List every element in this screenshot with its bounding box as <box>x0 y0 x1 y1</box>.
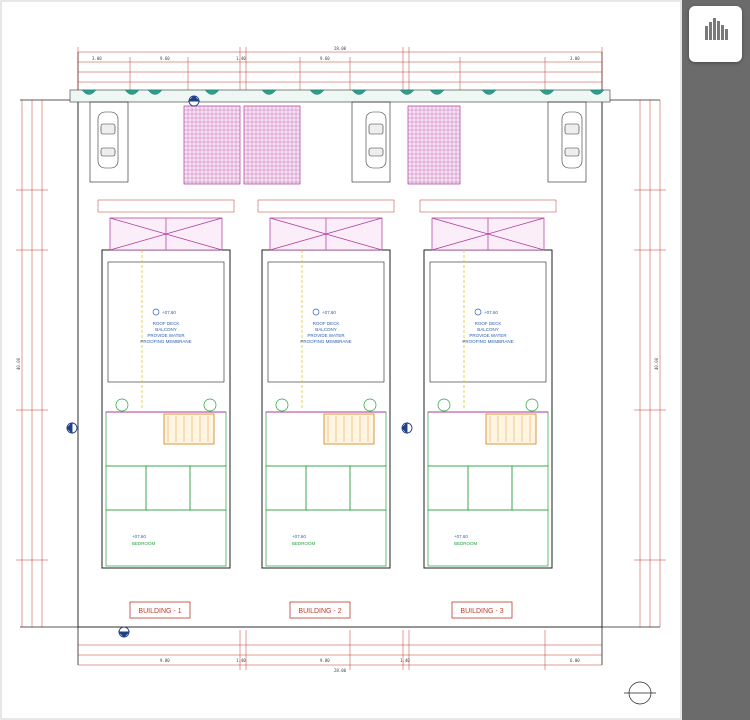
dim-left-total: 40.00 <box>16 357 21 370</box>
level-label: +07.60 <box>162 310 176 315</box>
building-label: BUILDING - 1 <box>138 608 181 615</box>
dim-top-seg-4: 9.60 <box>320 56 330 61</box>
dim-bottom-seg-4: 1.40 <box>400 658 410 663</box>
building-label: BUILDING - 2 <box>298 608 341 615</box>
dim-top-seg-3: 1.40 <box>236 56 246 61</box>
dim-bottom-seg-3: 9.00 <box>320 658 330 663</box>
dim-top-seg-2: 9.60 <box>160 56 170 61</box>
room-label: ROOF DECK <box>313 321 340 326</box>
dim-bottom-seg-1: 9.00 <box>160 658 170 663</box>
street-strip <box>69 89 611 103</box>
dim-top-total: 28.00 <box>334 46 347 51</box>
room-label-bedroom: BEDROOM <box>454 541 478 546</box>
dim-bottom-total: 28.00 <box>334 668 347 673</box>
dim-bottom-seg-5: 6.00 <box>570 658 580 663</box>
logo-mark <box>705 18 728 40</box>
dim-top-seg-5: 3.00 <box>570 56 580 61</box>
room-label: ROOF DECK <box>153 321 180 326</box>
room-label: BALCONY <box>315 327 337 332</box>
viewer-frame: 28.00 3.00 9.60 1.40 9.60 3.00 28.00 9.0… <box>0 0 750 720</box>
dim-right-total: 40.00 <box>654 357 659 370</box>
stair-level: +07.60 <box>292 534 306 539</box>
room-label: PROOFING MEMBRANE <box>300 339 351 344</box>
stair-level: +07.60 <box>132 534 146 539</box>
room-label: PROVIDE WATER <box>307 333 345 338</box>
building-label: BUILDING - 3 <box>460 608 503 615</box>
room-label-bedroom: BEDROOM <box>132 541 156 546</box>
dim-top-seg-1: 3.00 <box>92 56 102 61</box>
room-label: ROOF DECK <box>475 321 502 326</box>
level-label: +07.60 <box>322 310 336 315</box>
level-label: +07.60 <box>484 310 498 315</box>
room-label: PROVIDE WATER <box>147 333 185 338</box>
room-label-bedroom: BEDROOM <box>292 541 316 546</box>
right-sidebar <box>682 0 750 720</box>
logo-icon[interactable] <box>689 6 742 62</box>
room-label: BALCONY <box>477 327 499 332</box>
stair-level: +07.60 <box>454 534 468 539</box>
room-label: PROVIDE WATER <box>469 333 507 338</box>
room-label: BALCONY <box>155 327 177 332</box>
room-label: PROOFING MEMBRANE <box>140 339 191 344</box>
floor-plan-drawing: 28.00 3.00 9.60 1.40 9.60 3.00 28.00 9.0… <box>0 0 682 720</box>
room-label: PROOFING MEMBRANE <box>462 339 513 344</box>
dim-bottom-seg-2: 1.40 <box>236 658 246 663</box>
